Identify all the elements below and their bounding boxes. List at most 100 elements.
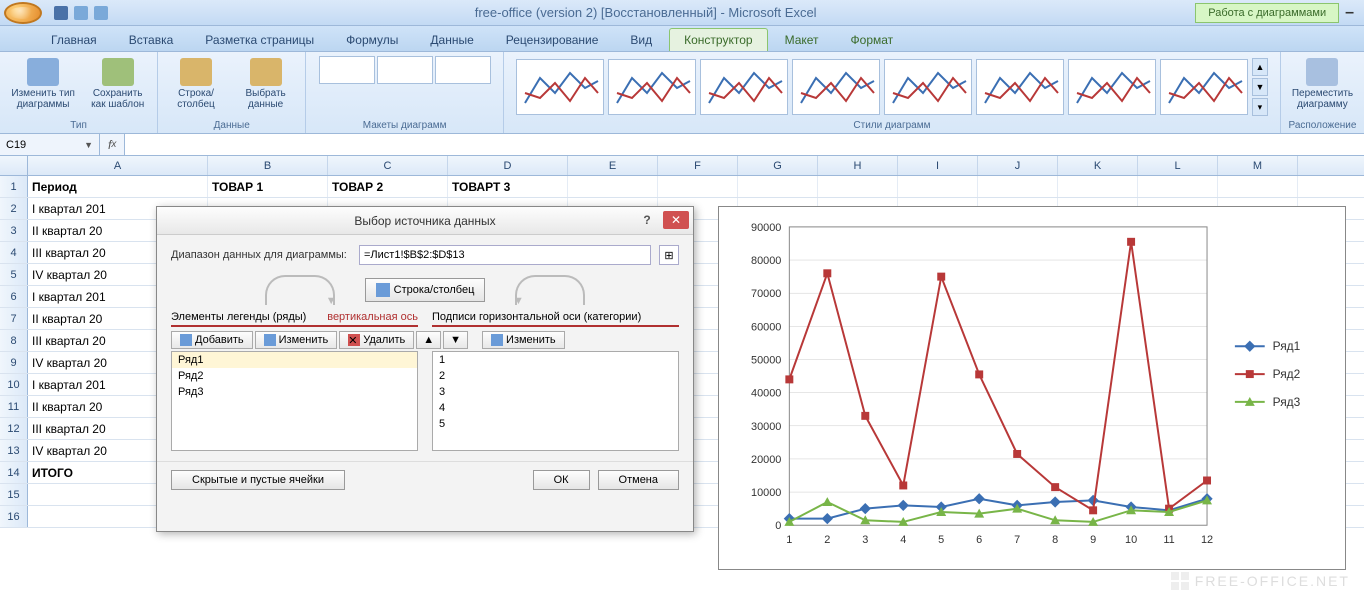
chart-style-preset[interactable] [884, 59, 972, 115]
select-all-corner[interactable] [0, 156, 28, 175]
column-header[interactable]: K [1058, 156, 1138, 175]
formula-input[interactable] [125, 134, 1364, 155]
category-item[interactable]: 3 [433, 384, 678, 400]
series-item[interactable]: Ряд1 [172, 352, 417, 368]
row-header[interactable]: 2 [0, 198, 28, 219]
cell[interactable] [818, 176, 898, 197]
column-header[interactable]: B [208, 156, 328, 175]
switch-row-col-button[interactable]: Строка/столбец [164, 56, 228, 112]
edit-series-button[interactable]: Изменить [255, 331, 338, 349]
row-header[interactable]: 13 [0, 440, 28, 461]
chart-style-preset[interactable] [976, 59, 1064, 115]
minimize-button[interactable]: – [1339, 4, 1360, 22]
category-item[interactable]: 4 [433, 400, 678, 416]
layout-preset[interactable] [377, 56, 433, 84]
delete-series-button[interactable]: ✕Удалить [339, 331, 414, 349]
hidden-empty-cells-button[interactable]: Скрытые и пустые ячейки [171, 470, 345, 490]
column-header[interactable]: C [328, 156, 448, 175]
column-header[interactable]: G [738, 156, 818, 175]
range-picker-button[interactable]: ⊞ [659, 245, 679, 265]
chart-style-preset[interactable] [1068, 59, 1156, 115]
cell[interactable]: Период [28, 176, 208, 197]
cell[interactable]: ТОВАРТ 3 [448, 176, 568, 197]
column-header[interactable]: M [1218, 156, 1298, 175]
row-header[interactable]: 12 [0, 418, 28, 439]
ribbon-tab-Рецензирование[interactable]: Рецензирование [491, 28, 614, 51]
help-button[interactable]: ? [637, 211, 657, 229]
chart-data-range-input[interactable] [359, 245, 651, 265]
cell[interactable] [568, 176, 658, 197]
category-item[interactable]: 5 [433, 416, 678, 432]
move-up-button[interactable]: ▲ [416, 331, 441, 349]
save-icon[interactable] [54, 6, 68, 20]
row-header[interactable]: 15 [0, 484, 28, 505]
row-header[interactable]: 9 [0, 352, 28, 373]
ok-button[interactable]: ОК [533, 470, 590, 490]
chart-style-preset[interactable] [792, 59, 880, 115]
name-box[interactable]: C19▼ [0, 134, 100, 155]
series-listbox[interactable]: Ряд1Ряд2Ряд3 [171, 351, 418, 451]
cell[interactable] [1138, 176, 1218, 197]
cell[interactable] [1218, 176, 1298, 197]
switch-row-column-button[interactable]: Строка/столбец [365, 278, 486, 302]
scroll-down-button[interactable]: ▼ [1252, 78, 1268, 96]
categories-listbox[interactable]: 12345 [432, 351, 679, 451]
category-item[interactable]: 1 [433, 352, 678, 368]
row-header[interactable]: 8 [0, 330, 28, 351]
row-header[interactable]: 16 [0, 506, 28, 527]
cell[interactable]: ТОВАР 2 [328, 176, 448, 197]
column-header[interactable]: L [1138, 156, 1218, 175]
column-header[interactable]: D [448, 156, 568, 175]
row-header[interactable]: 7 [0, 308, 28, 329]
ribbon-tab-Данные[interactable]: Данные [415, 28, 488, 51]
row-header[interactable]: 10 [0, 374, 28, 395]
select-data-button[interactable]: Выбрать данные [232, 56, 299, 112]
row-header[interactable]: 6 [0, 286, 28, 307]
move-down-button[interactable]: ▼ [443, 331, 468, 349]
column-header[interactable]: J [978, 156, 1058, 175]
cell[interactable] [658, 176, 738, 197]
ribbon-tab-Разметка страницы[interactable]: Разметка страницы [190, 28, 329, 51]
cancel-button[interactable]: Отмена [598, 470, 679, 490]
layout-preset[interactable] [319, 56, 375, 84]
ribbon-tab-Конструктор[interactable]: Конструктор [669, 28, 767, 51]
cell[interactable] [978, 176, 1058, 197]
ribbon-tab-Главная[interactable]: Главная [36, 28, 112, 51]
dropdown-icon[interactable]: ▼ [84, 140, 93, 150]
row-header[interactable]: 3 [0, 220, 28, 241]
ribbon-tab-Формулы[interactable]: Формулы [331, 28, 413, 51]
series-item[interactable]: Ряд3 [172, 384, 417, 400]
chart-style-preset[interactable] [1160, 59, 1248, 115]
chart-style-preset[interactable] [516, 59, 604, 115]
ribbon-tab-Макет[interactable]: Макет [770, 28, 834, 51]
column-header[interactable]: E [568, 156, 658, 175]
row-header[interactable]: 5 [0, 264, 28, 285]
undo-icon[interactable] [74, 6, 88, 20]
more-styles-button[interactable]: ▾ [1252, 98, 1268, 116]
column-header[interactable]: H [818, 156, 898, 175]
move-chart-button[interactable]: Переместить диаграмму [1287, 56, 1358, 112]
row-header[interactable]: 11 [0, 396, 28, 417]
redo-icon[interactable] [94, 6, 108, 20]
scroll-up-button[interactable]: ▲ [1252, 58, 1268, 76]
ribbon-tab-Вид[interactable]: Вид [615, 28, 667, 51]
change-chart-type-button[interactable]: Изменить тип диаграммы [6, 56, 80, 112]
column-header[interactable]: A [28, 156, 208, 175]
cell[interactable]: ТОВАР 1 [208, 176, 328, 197]
fx-button[interactable]: fx [100, 134, 125, 155]
cell[interactable] [898, 176, 978, 197]
save-as-template-button[interactable]: Сохранить как шаблон [84, 56, 151, 112]
row-header[interactable]: 4 [0, 242, 28, 263]
series-item[interactable]: Ряд2 [172, 368, 417, 384]
layout-preset[interactable] [435, 56, 491, 84]
embedded-chart[interactable]: 0100002000030000400005000060000700008000… [718, 206, 1346, 570]
edit-categories-button[interactable]: Изменить [482, 331, 565, 349]
column-header[interactable]: F [658, 156, 738, 175]
ribbon-tab-Формат[interactable]: Формат [836, 28, 909, 51]
row-header[interactable]: 14 [0, 462, 28, 483]
chart-style-preset[interactable] [608, 59, 696, 115]
ribbon-tab-Вставка[interactable]: Вставка [114, 28, 189, 51]
cell[interactable] [738, 176, 818, 197]
chart-style-preset[interactable] [700, 59, 788, 115]
close-button[interactable]: ✕ [663, 211, 689, 229]
